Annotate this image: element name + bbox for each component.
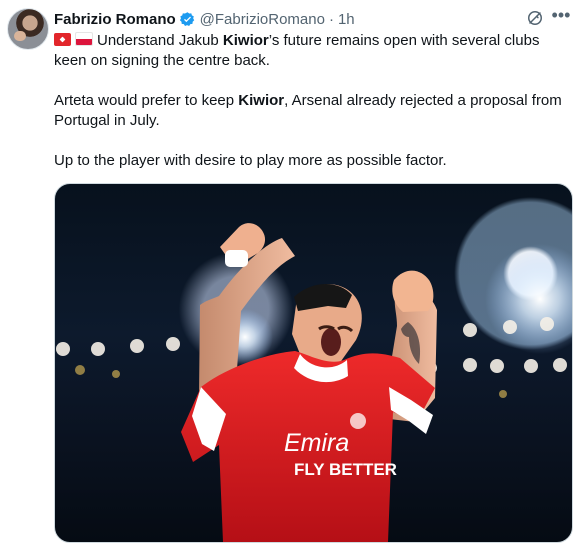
player-name-bold-1: Kiwior [222, 32, 269, 49]
author-name[interactable]: Fabrizio Romano [54, 11, 176, 28]
tweet-card[interactable]: Fabrizio Romano @FabrizioRomano · 1h •••… [0, 0, 583, 543]
tweet-text: Understand Jakub Kiwior’s future remains… [54, 31, 574, 171]
shirt-sponsor-bottom-text: FLY BETTER [294, 460, 397, 479]
tweet-paragraph-2: Arteta would prefer to keep Kiwior, Arse… [54, 91, 574, 131]
arsenal-flag-icon [54, 33, 71, 46]
tweet-header: Fabrizio Romano @FabrizioRomano · 1h [54, 9, 355, 29]
profile-avatar[interactable] [7, 8, 49, 50]
tweet-paragraph-3: Up to the player with desire to play mor… [54, 152, 447, 169]
paragraph-1-lead-text: Understand Jakub [97, 32, 223, 49]
player-name-bold-2: Kiwior [238, 92, 285, 109]
poland-flag-icon [75, 32, 93, 46]
tweet-paragraph-1: Understand Jakub Kiwior’s future remains… [54, 31, 574, 71]
post-time[interactable]: 1h [338, 11, 355, 28]
author-handle[interactable]: @FabrizioRomano [200, 11, 325, 28]
header-separator: · [328, 10, 334, 28]
verified-badge-icon [179, 11, 194, 26]
grok-icon[interactable] [525, 8, 545, 28]
more-options-icon[interactable]: ••• [549, 6, 573, 28]
player-celebrating: Emira FLY BETTER [181, 223, 437, 542]
paragraph-2-lead-text: Arteta would prefer to keep [54, 92, 239, 109]
tweet-media-photo[interactable]: Emira FLY BETTER [54, 183, 573, 543]
avatar-hand-detail [14, 31, 26, 41]
football-celebration-image: Emira FLY BETTER [56, 223, 572, 542]
shirt-sponsor-top-text: Emira [284, 429, 349, 457]
